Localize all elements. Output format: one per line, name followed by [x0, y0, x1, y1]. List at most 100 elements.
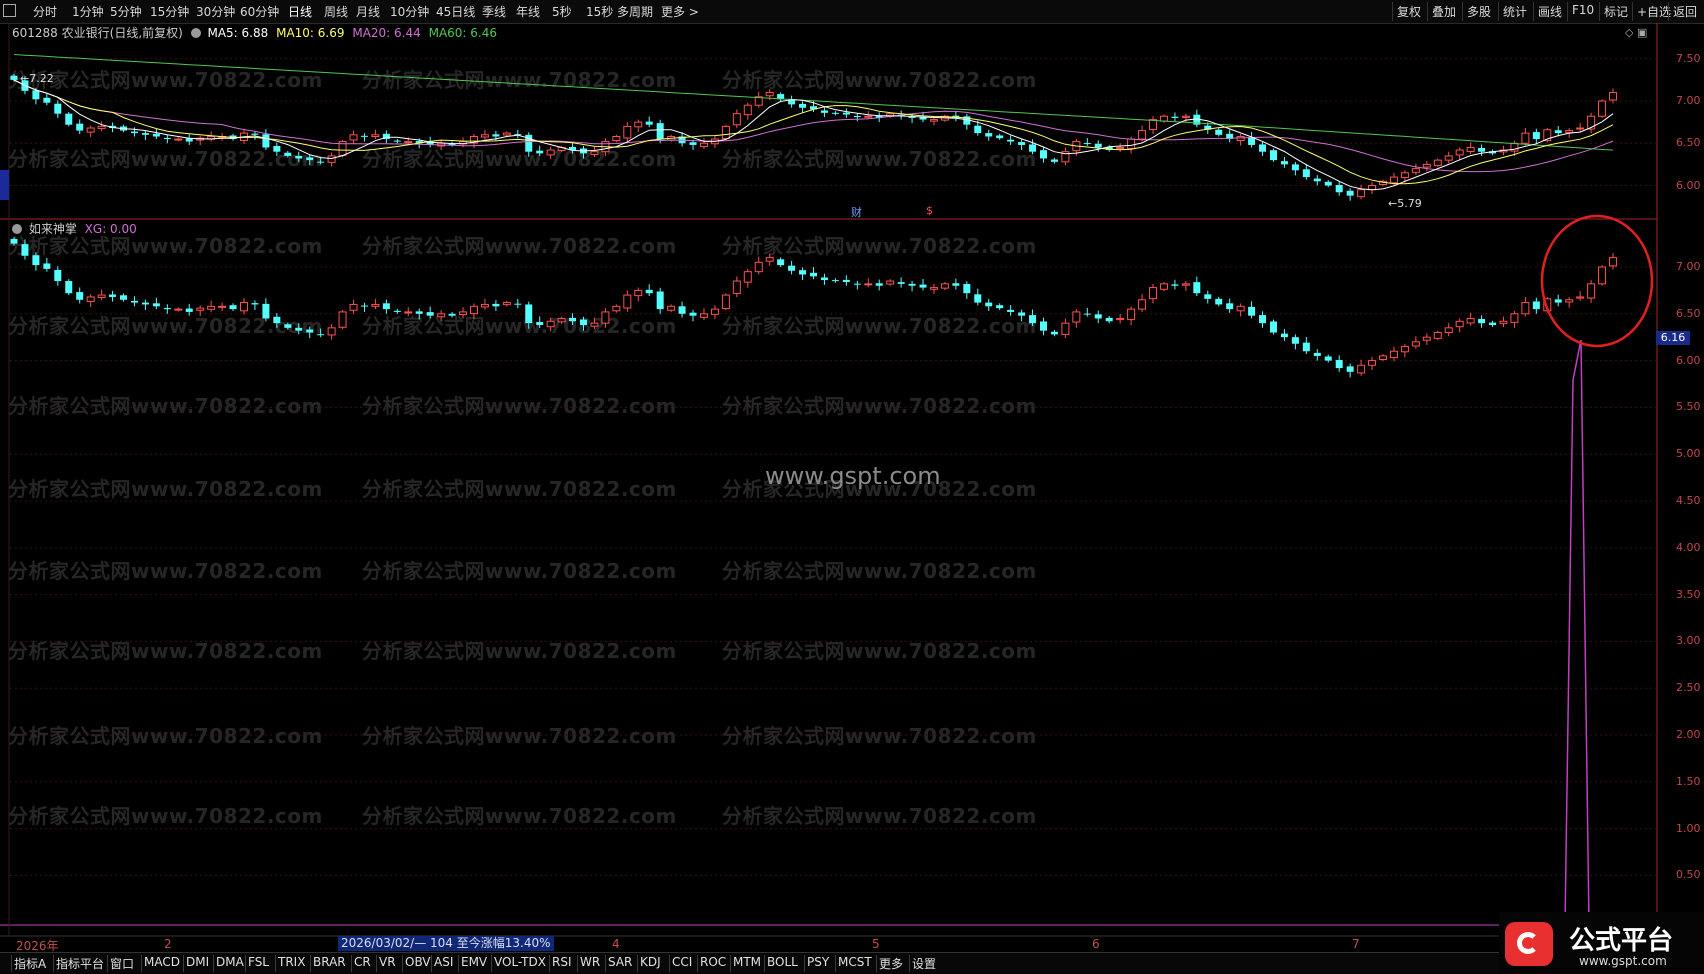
date-label: 7: [1352, 937, 1360, 951]
indicator-candle: [415, 311, 423, 314]
tab-separator: [245, 955, 246, 972]
indicator-candle: [21, 244, 29, 256]
main-candle: [1171, 116, 1179, 118]
indicator-candle: [1357, 364, 1366, 374]
indicator-tab[interactable]: 窗口: [110, 955, 134, 972]
indicator-candle: [710, 308, 719, 315]
indicator-tab[interactable]: SAR: [608, 955, 632, 969]
indicator-tab[interactable]: PSY: [807, 955, 829, 969]
indicator-tab[interactable]: WR: [580, 955, 600, 969]
indicator-tab[interactable]: VOL-TDX: [494, 955, 546, 969]
indicator-tab[interactable]: MACD: [144, 955, 180, 969]
indicator-tab[interactable]: RSI: [552, 955, 572, 969]
indicator-candle: [273, 316, 281, 324]
indicator-candle: [1609, 257, 1617, 267]
indicator-candle: [1411, 341, 1420, 347]
main-candle: [360, 135, 368, 137]
indicator-candle: [1061, 322, 1070, 335]
indicator-tab[interactable]: 设置: [912, 955, 936, 972]
indicator-candle: [502, 302, 511, 306]
indicator-candle: [163, 307, 171, 310]
main-candle: [1565, 130, 1574, 134]
indicator-tab[interactable]: ROC: [700, 955, 726, 969]
indicator-tab[interactable]: DMI: [186, 955, 209, 969]
main-candle: [1598, 100, 1607, 117]
indicator-candle: [777, 259, 785, 266]
indicator-tab[interactable]: CR: [354, 955, 371, 969]
indicator-candle: [469, 305, 478, 315]
event-finance-marker[interactable]: 财: [851, 204, 862, 220]
main-candle: [1215, 129, 1223, 135]
indicator-candle: [196, 307, 205, 311]
y-tick-label: 5.50: [1676, 400, 1701, 414]
range-stat-bar[interactable]: 2026/03/02/— 104 至今涨幅13.40%: [338, 936, 554, 951]
indicator-tab[interactable]: EMV: [461, 955, 487, 969]
indicator-candle: [1072, 311, 1081, 323]
indicator-candle: [349, 303, 358, 311]
main-candle: [842, 112, 850, 115]
indicator-candle: [1565, 299, 1574, 303]
logo-url: www.gspt.com: [1579, 954, 1667, 968]
gspt-logo: 公式平台 www.gspt.com: [1499, 912, 1704, 973]
indicator-candle: [1466, 317, 1475, 324]
low-price-marker: ←5.79: [1388, 197, 1422, 210]
main-candle: [1181, 115, 1190, 118]
indicator-candle: [1083, 313, 1091, 315]
main-candle: [130, 131, 138, 134]
indicator-candle: [612, 305, 621, 312]
indicator-candle: [634, 289, 643, 297]
indicator-candle: [765, 257, 774, 262]
indicator-candle: [141, 302, 149, 305]
indicator-candle: [284, 324, 292, 328]
indicator-tab[interactable]: VR: [379, 955, 396, 969]
indicator-tab[interactable]: TRIX: [278, 955, 305, 969]
main-candle: [1324, 181, 1332, 186]
tab-separator: [637, 955, 638, 972]
indicator-tab[interactable]: CCI: [672, 955, 692, 969]
indicator-candle: [1455, 320, 1464, 328]
kline-chart[interactable]: [0, 0, 1704, 973]
indicator-candle: [86, 296, 95, 302]
indicator-tab[interactable]: MCST: [838, 955, 872, 969]
event-dividend-marker[interactable]: $: [926, 204, 933, 217]
indicator-tab[interactable]: BRAR: [313, 955, 346, 969]
indicator-tab[interactable]: OBV: [405, 955, 431, 969]
indicator-tab[interactable]: KDJ: [640, 955, 661, 969]
indicator-tab[interactable]: 更多: [879, 955, 903, 972]
indicator-candle: [295, 327, 303, 331]
indicator-tab[interactable]: ASI: [434, 955, 453, 969]
indicator-candle: [1379, 355, 1388, 360]
ma20-line: [13, 79, 1614, 173]
main-candle: [1039, 150, 1047, 159]
indicator-candle: [580, 319, 588, 326]
tab-separator: [141, 955, 142, 972]
indicator-tab[interactable]: MTM: [733, 955, 761, 969]
tab-separator: [53, 955, 54, 972]
main-candle: [327, 155, 336, 163]
main-candle: [1313, 178, 1321, 182]
main-candle: [929, 119, 938, 122]
indicator-candle: [546, 320, 555, 328]
indicator-tab[interactable]: FSL: [248, 955, 269, 969]
tab-separator: [11, 955, 12, 972]
indicator-candle: [623, 294, 632, 309]
indicator-tab[interactable]: 指标A: [14, 955, 46, 972]
main-candle: [765, 92, 774, 97]
indicator-candle: [1313, 352, 1321, 356]
indicator-candle: [207, 305, 216, 310]
indicator-tab[interactable]: BOLL: [767, 955, 798, 969]
indicator-tab[interactable]: 指标平台: [56, 955, 104, 972]
indicator-candle: [754, 261, 763, 273]
y-tick-label: 4.50: [1676, 494, 1701, 507]
y-tick-label: 7.00: [1676, 94, 1701, 107]
indicator-candle: [1400, 346, 1409, 353]
indicator-candle: [109, 294, 117, 297]
highlight-circle: [1540, 214, 1654, 348]
indicator-candle: [601, 311, 610, 324]
y-tick-label: 1.00: [1676, 821, 1701, 835]
indicator-candle: [919, 284, 927, 288]
indicator-tab[interactable]: DMA: [216, 955, 244, 969]
main-candle: [689, 142, 697, 145]
indicator-candle: [1018, 312, 1026, 316]
main-candle: [1609, 92, 1617, 101]
